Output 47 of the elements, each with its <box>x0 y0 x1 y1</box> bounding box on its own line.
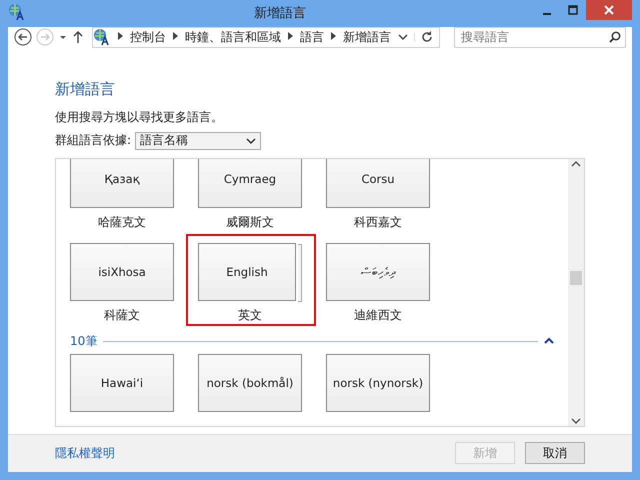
group-header: 10筆 <box>70 332 98 350</box>
language-tile[interactable]: Cymraeg <box>198 158 302 208</box>
language-caption: 科薩文 <box>104 306 140 324</box>
back-button[interactable] <box>14 28 32 46</box>
language-caption: 威爾斯文 <box>226 214 274 231</box>
minimize-icon <box>543 13 551 15</box>
scroll-down-icon[interactable] <box>571 416 581 426</box>
chevron-icon <box>118 32 123 42</box>
window-title: 新增語言 <box>253 5 307 22</box>
collapse-caret-icon[interactable] <box>544 337 554 346</box>
search-field[interactable]: 搜尋語言 <box>454 26 626 48</box>
scroll-up-icon[interactable] <box>571 158 581 169</box>
globe-language-icon <box>93 28 111 46</box>
language-tile[interactable]: Corsu <box>326 158 430 208</box>
breadcrumb-link[interactable]: 控制台 <box>130 28 166 46</box>
chevron-icon <box>288 32 293 42</box>
close-button[interactable] <box>586 0 632 20</box>
breadcrumb-link[interactable]: 時鐘、語言和區域 <box>185 28 281 46</box>
language-tile[interactable]: norsk (nynorsk) <box>326 354 430 412</box>
search-icon[interactable] <box>609 30 621 43</box>
maximize-icon <box>568 5 578 15</box>
scroll-thumb[interactable] <box>570 270 582 285</box>
chevron-icon <box>173 32 178 42</box>
language-caption: 科西嘉文 <box>354 214 402 231</box>
breadcrumb-link[interactable]: 新增語言 <box>343 28 391 46</box>
group-label: 群組語言依據: <box>55 132 132 150</box>
group-dropdown[interactable]: 語言名稱 <box>135 132 262 150</box>
language-caption: 哈薩克文 <box>98 214 146 231</box>
language-tile[interactable]: English <box>198 242 296 301</box>
language-tile[interactable]: isiXhosa <box>70 242 174 301</box>
language-tile[interactable]: norsk (bokmål) <box>198 354 302 412</box>
language-tile[interactable]: Қазақ <box>70 158 174 208</box>
language-caption: 迪維西文 <box>354 306 402 324</box>
globe-language-icon <box>8 2 26 21</box>
instruction-text: 使用搜尋方塊以尋找更多語言。 <box>55 108 224 126</box>
close-icon <box>604 5 614 15</box>
page-heading: 新增語言 <box>55 80 116 99</box>
language-caption: 英文 <box>238 306 262 324</box>
breadcrumb-link[interactable]: 語言 <box>300 28 324 46</box>
privacy-link[interactable]: 隱私權聲明 <box>55 444 115 462</box>
chevron-icon <box>331 32 336 42</box>
dialog-button[interactable]: 取消 <box>525 442 585 464</box>
up-button[interactable] <box>72 30 84 44</box>
language-tile[interactable]: ދިވެހިބަސް <box>326 242 430 301</box>
scrollbar[interactable] <box>568 158 584 426</box>
address-bar[interactable]: 控制台 時鐘、語言和區域 語言 新增語言 <box>92 26 440 48</box>
language-tile[interactable]: Hawaiʻi <box>70 354 174 412</box>
